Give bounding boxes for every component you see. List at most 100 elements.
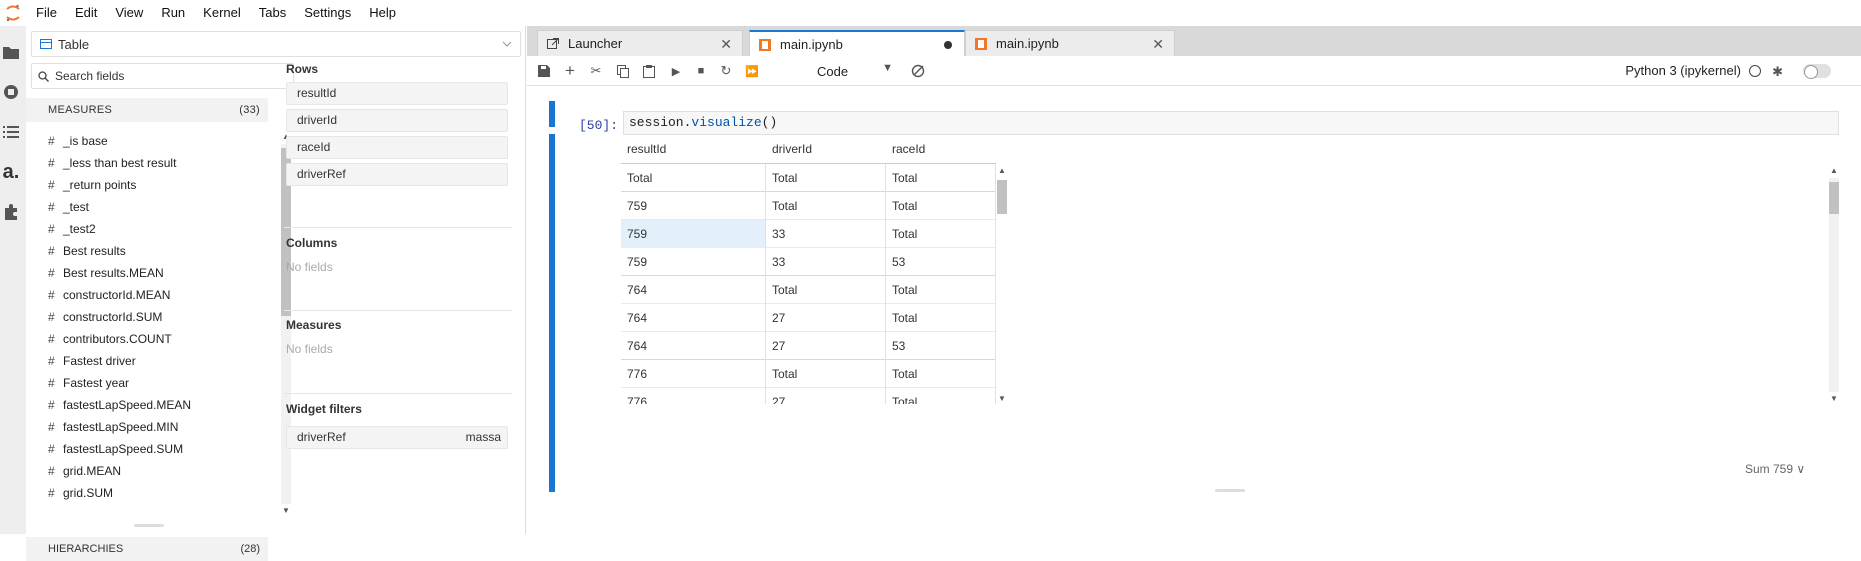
measure-item[interactable]: # grid.SUM — [48, 482, 278, 504]
copy-icon[interactable] — [614, 62, 632, 80]
measure-item[interactable]: # _less than best result — [48, 152, 278, 174]
menu-view[interactable]: View — [106, 0, 152, 26]
unsaved-indicator-icon[interactable] — [944, 41, 952, 49]
table-cell[interactable]: 764 — [621, 304, 766, 332]
table-cell[interactable]: Total — [766, 164, 886, 192]
tab-main-ipynb[interactable]: main.ipynb ✕ — [965, 30, 1175, 56]
measure-item[interactable]: # fastestLapSpeed.SUM — [48, 438, 278, 460]
table-cell[interactable]: 776 — [621, 360, 766, 388]
measures-section-header[interactable]: MEASURES (33) — [26, 98, 268, 122]
scroll-down-icon[interactable]: ▼ — [997, 394, 1007, 403]
output-scrollbar[interactable]: ▲ ▼ — [1827, 164, 1841, 406]
measure-item[interactable]: # grid.MEAN — [48, 460, 278, 482]
search-fields-input[interactable]: Search fields — [31, 63, 294, 89]
measure-item[interactable]: # _is base — [48, 130, 278, 152]
measure-item[interactable]: # _return points — [48, 174, 278, 196]
code-cell-input[interactable]: session.visualize() — [623, 111, 1839, 135]
table-cell[interactable]: Total — [886, 360, 996, 388]
measure-item[interactable]: # Best results — [48, 240, 278, 262]
table-cell[interactable]: 27 — [766, 332, 886, 360]
close-icon[interactable]: ✕ — [1152, 36, 1164, 53]
table-cell[interactable]: 53 — [886, 248, 996, 276]
close-icon[interactable]: ✕ — [720, 36, 732, 53]
measure-item[interactable]: # Fastest year — [48, 372, 278, 394]
table-cell[interactable]: Total — [886, 388, 996, 404]
measure-item[interactable]: # fastestLapSpeed.MIN — [48, 416, 278, 438]
measure-item[interactable]: # fastestLapSpeed.MEAN — [48, 394, 278, 416]
atoti-icon[interactable]: a. — [0, 158, 22, 186]
table-cell[interactable]: 764 — [621, 276, 766, 304]
measure-item[interactable]: # constructorId.SUM — [48, 306, 278, 328]
menu-help[interactable]: Help — [360, 0, 405, 26]
table-cell[interactable]: Total — [766, 276, 886, 304]
cell-type-select[interactable]: Code ▼ — [817, 62, 897, 80]
measure-item[interactable]: # Best results.MEAN — [48, 262, 278, 284]
table-cell[interactable]: 27 — [766, 304, 886, 332]
table-cell[interactable]: 27 — [766, 388, 886, 404]
rows-field-chip[interactable]: driverRef — [286, 163, 508, 186]
bug-icon[interactable]: ✱ — [1772, 64, 1783, 80]
running-icon[interactable] — [0, 78, 22, 106]
table-cell[interactable]: Total — [886, 304, 996, 332]
measure-item[interactable]: # Fastest driver — [48, 350, 278, 372]
menu-run[interactable]: Run — [152, 0, 194, 26]
table-cell[interactable]: 776 — [621, 388, 766, 404]
toc-icon[interactable] — [0, 118, 22, 146]
git-icon[interactable] — [909, 62, 927, 80]
table-cell[interactable]: 33 — [766, 248, 886, 276]
cut-icon[interactable]: ✂ — [587, 62, 605, 80]
table-cell[interactable]: 759 — [621, 248, 766, 276]
scroll-down-icon[interactable]: ▼ — [1829, 394, 1839, 403]
resize-handle[interactable] — [1215, 489, 1245, 492]
menu-file[interactable]: File — [26, 0, 66, 26]
measure-item[interactable]: # contributors.COUNT — [48, 328, 278, 350]
scrollbar-thumb[interactable] — [1829, 182, 1839, 214]
hierarchies-section-header[interactable]: HIERARCHIES (28) — [26, 537, 268, 561]
save-icon[interactable] — [535, 62, 553, 80]
rows-field-chip[interactable]: raceId — [286, 136, 508, 159]
column-header[interactable]: driverId — [766, 134, 886, 164]
scroll-up-icon[interactable]: ▲ — [1829, 166, 1839, 175]
tab-main-ipynb-active[interactable]: main.ipynb — [749, 30, 965, 57]
pivot-scrollbar[interactable]: ▲ ▼ — [995, 164, 1009, 406]
table-cell[interactable]: Total — [886, 276, 996, 304]
table-cell[interactable]: 33 — [766, 220, 886, 248]
column-header[interactable]: raceId — [886, 134, 996, 164]
tab-launcher[interactable]: Launcher ✕ — [537, 30, 743, 56]
selection-summary[interactable]: Sum 759 ∨ — [1745, 462, 1805, 476]
scroll-down-icon[interactable]: ▼ — [281, 506, 291, 515]
table-cell[interactable]: Total — [886, 164, 996, 192]
debugger-toggle[interactable] — [1803, 64, 1831, 79]
table-cell[interactable]: Total — [621, 164, 766, 192]
measure-item[interactable]: # _test — [48, 196, 278, 218]
resize-handle[interactable] — [134, 524, 164, 527]
table-cell[interactable]: 53 — [886, 332, 996, 360]
measure-item[interactable]: # constructorId.MEAN — [48, 284, 278, 306]
scroll-up-icon[interactable]: ▲ — [997, 166, 1007, 175]
table-cell[interactable]: Total — [766, 192, 886, 220]
table-cell[interactable]: 759 — [621, 220, 766, 248]
column-header[interactable]: resultId — [621, 134, 766, 164]
table-cell[interactable]: Total — [766, 360, 886, 388]
rows-field-chip[interactable]: resultId — [286, 82, 508, 105]
measure-item[interactable]: # _test2 — [48, 218, 278, 240]
input-collapser[interactable] — [549, 101, 555, 127]
paste-icon[interactable] — [640, 62, 658, 80]
scrollbar-thumb[interactable] — [997, 180, 1007, 214]
extension-icon[interactable] — [0, 198, 22, 226]
table-cell[interactable]: Total — [886, 192, 996, 220]
menu-tabs[interactable]: Tabs — [250, 0, 295, 26]
stop-icon[interactable]: ■ — [692, 62, 710, 80]
widget-type-select[interactable]: Table — [31, 31, 521, 57]
menu-settings[interactable]: Settings — [295, 0, 360, 26]
rows-field-chip[interactable]: driverId — [286, 109, 508, 132]
folder-icon[interactable] — [0, 38, 22, 66]
run-icon[interactable]: ▶ — [667, 62, 685, 80]
restart-icon[interactable]: ↻ — [717, 62, 735, 80]
restart-run-all-icon[interactable]: ⏩ — [743, 62, 761, 80]
output-collapser[interactable] — [549, 134, 555, 492]
add-cell-icon[interactable]: + — [561, 61, 579, 80]
table-cell[interactable]: Total — [886, 220, 996, 248]
kernel-name[interactable]: Python 3 (ipykernel) — [1625, 63, 1741, 78]
menu-edit[interactable]: Edit — [66, 0, 106, 26]
